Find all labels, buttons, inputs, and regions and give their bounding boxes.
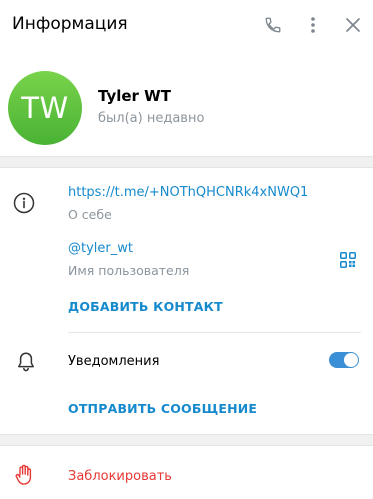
profile-name: Tyler WT bbox=[98, 87, 171, 105]
more-vertical-icon[interactable] bbox=[301, 13, 325, 37]
add-contact-button[interactable]: ДОБАВИТЬ КОНТАКТ bbox=[68, 299, 223, 314]
profile-card: TW Tyler WT был(а) недавно bbox=[0, 52, 373, 156]
close-icon[interactable] bbox=[341, 13, 365, 37]
bell-icon bbox=[16, 351, 36, 377]
hand-stop-icon bbox=[14, 464, 34, 490]
phone-icon[interactable] bbox=[261, 13, 285, 37]
info-icon bbox=[13, 192, 35, 218]
section-separator bbox=[0, 156, 373, 168]
panel-title: Информация bbox=[12, 14, 128, 34]
avatar-initials: TW bbox=[21, 91, 69, 125]
section-separator bbox=[0, 434, 373, 446]
toggle-knob bbox=[344, 353, 358, 367]
qr-code-icon[interactable] bbox=[340, 252, 356, 272]
bio-link[interactable]: https://t.me/+NOThQHCNRk4xNWQ1 bbox=[68, 185, 308, 200]
send-message-button[interactable]: ОТПРАВИТЬ СООБЩЕНИЕ bbox=[68, 401, 257, 416]
notifications-toggle[interactable] bbox=[329, 352, 359, 368]
bio-label: О себе bbox=[68, 207, 112, 222]
divider bbox=[68, 332, 361, 333]
username-link[interactable]: @tyler_wt bbox=[68, 241, 133, 256]
profile-status: был(а) недавно bbox=[98, 111, 205, 126]
panel-header: Информация bbox=[0, 0, 373, 52]
avatar[interactable]: TW bbox=[8, 71, 82, 145]
notifications-label: Уведомления bbox=[68, 354, 160, 369]
username-label: Имя пользователя bbox=[68, 263, 190, 278]
block-user-button[interactable]: Заблокировать bbox=[68, 469, 172, 484]
